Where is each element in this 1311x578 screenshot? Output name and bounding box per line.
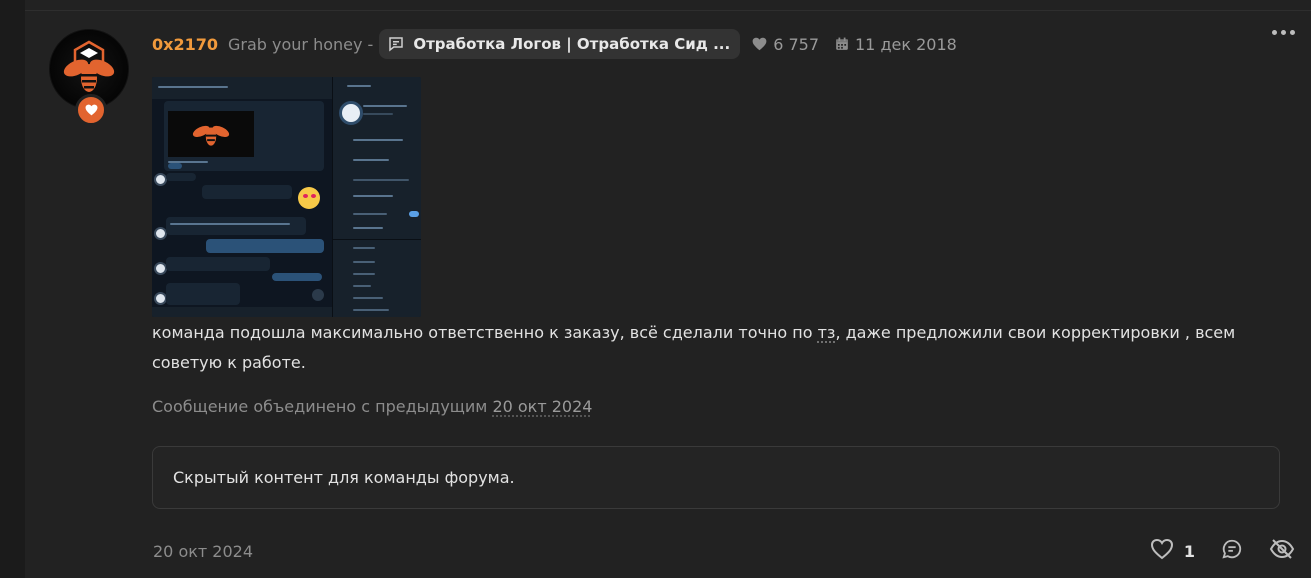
- thread-prefix: Grab your honey -: [227, 34, 374, 54]
- more-icon[interactable]: [1272, 30, 1295, 35]
- divider: [25, 10, 1311, 11]
- info-pane-image: [332, 77, 421, 317]
- heart-icon: [752, 37, 767, 51]
- post-body: команда подошла максимально ответственно…: [152, 323, 1236, 372]
- thread-link[interactable]: Отработка Логов | Отработка Сид ...: [379, 29, 741, 59]
- thread-date: 11 дек 2018: [835, 35, 957, 54]
- reply-icon: [1221, 538, 1243, 564]
- avatar[interactable]: [49, 29, 129, 126]
- post-actions: 1: [1124, 538, 1295, 564]
- like-button[interactable]: 1: [1150, 538, 1195, 564]
- ignore-button[interactable]: [1269, 538, 1295, 564]
- abbr-term[interactable]: тз: [818, 323, 836, 342]
- post-header: 0x2170 Grab your honey - Отработка Логов…: [152, 29, 973, 59]
- hidden-content-box: Скрытый контент для команды форума.: [152, 446, 1280, 509]
- bee-logo-icon: [63, 40, 115, 92]
- reply-button[interactable]: [1221, 538, 1243, 564]
- views-count: 6 757: [752, 35, 819, 54]
- merged-notice: Сообщение объединено с предыдущим 20 окт…: [152, 397, 593, 416]
- like-count: 1: [1183, 541, 1195, 561]
- username-link[interactable]: 0x2170: [152, 35, 218, 54]
- thread-title: Отработка Логов | Отработка Сид ...: [413, 35, 731, 53]
- heart-badge-icon: [75, 94, 107, 126]
- hide-icon: [1269, 538, 1295, 564]
- left-gutter: [0, 0, 25, 578]
- attachment-thumbnail[interactable]: [152, 77, 421, 317]
- merged-date[interactable]: 20 окт 2024: [492, 397, 592, 416]
- hidden-content-text: Скрытый контент для команды форума.: [173, 468, 515, 487]
- message-icon: [387, 35, 405, 53]
- heart-icon: [1150, 538, 1174, 564]
- post-date[interactable]: 20 окт 2024: [153, 540, 253, 564]
- calendar-icon: [835, 37, 849, 51]
- chat-pane-image: [152, 77, 332, 317]
